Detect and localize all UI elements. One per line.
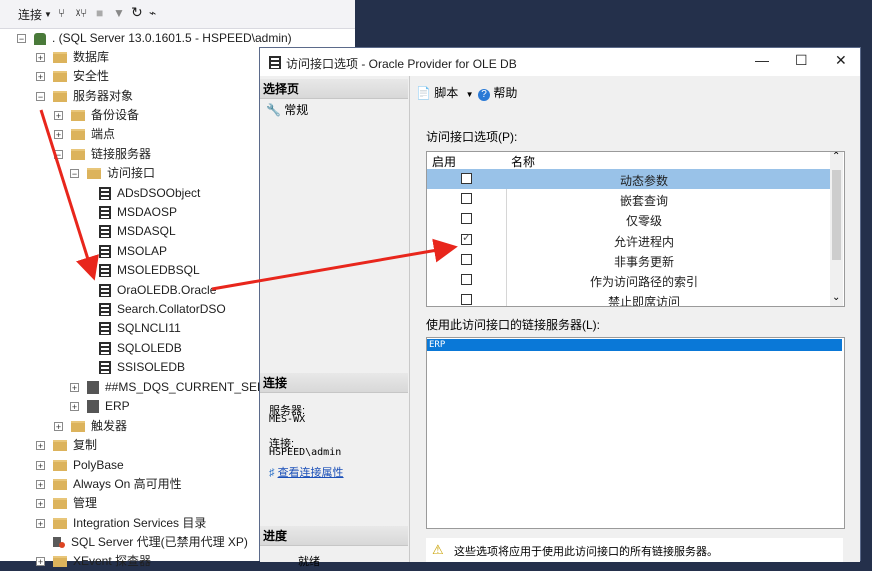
annotation-arrows	[39, 109, 458, 291]
red-arrow-right	[211, 238, 458, 291]
red-arrow-down	[39, 109, 99, 281]
